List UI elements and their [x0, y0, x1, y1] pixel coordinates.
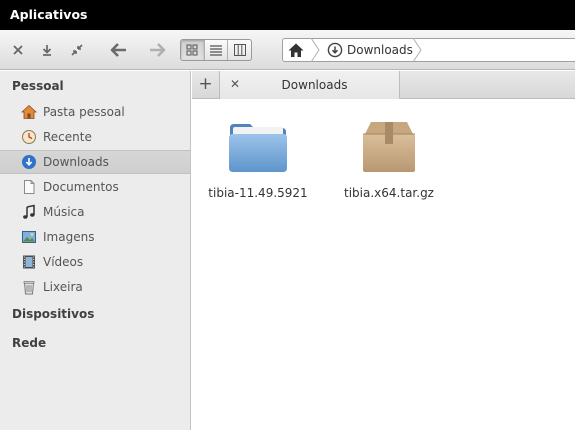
- breadcrumb-separator: [412, 38, 422, 62]
- sidebar-item-label: Pasta pessoal: [43, 105, 125, 119]
- breadcrumb-separator: [310, 38, 320, 62]
- plus-icon: +: [198, 74, 213, 94]
- sidebar-item-lixeira[interactable]: Lixeira: [0, 275, 190, 299]
- sidebar-item-label: Música: [43, 205, 85, 219]
- sidebar-item-recente[interactable]: Recente: [0, 125, 190, 149]
- path-bar[interactable]: Downloads: [282, 38, 575, 62]
- tab-label: Downloads: [281, 78, 348, 92]
- sidebar-item-label: Imagens: [43, 230, 95, 244]
- sidebar: Pessoal Pasta pessoal Recente Downloads …: [0, 71, 191, 430]
- sidebar-item-label: Downloads: [43, 155, 109, 169]
- tab-bar: + ✕ Downloads: [192, 71, 575, 99]
- sidebar-section-pessoal[interactable]: Pessoal: [12, 79, 64, 93]
- file-item-archive[interactable]: tibia.x64.tar.gz: [334, 114, 444, 200]
- sidebar-item-imagens[interactable]: Imagens: [0, 225, 190, 249]
- sidebar-item-pasta-pessoal[interactable]: Pasta pessoal: [0, 100, 190, 124]
- arrow-right-icon: [150, 43, 166, 57]
- top-panel: Aplicativos: [0, 0, 575, 30]
- column-view-icon: [233, 44, 246, 56]
- grid-view-button[interactable]: [181, 40, 205, 60]
- home-icon[interactable]: [287, 42, 305, 58]
- archive-icon: [357, 114, 421, 178]
- sidebar-item-documentos[interactable]: Documentos: [0, 175, 190, 199]
- grid-view-icon: [186, 44, 198, 56]
- sidebar-item-label: Documentos: [43, 180, 119, 194]
- column-view-button[interactable]: [228, 40, 251, 60]
- toolbar: Downloads: [0, 30, 575, 70]
- image-icon: [21, 229, 37, 245]
- sidebar-item-label: Vídeos: [43, 255, 84, 269]
- sidebar-item-videos[interactable]: Vídeos: [0, 250, 190, 274]
- app-title[interactable]: Aplicativos: [10, 7, 87, 22]
- close-icon[interactable]: [9, 41, 27, 59]
- forward-button[interactable]: [146, 39, 168, 61]
- file-view[interactable]: tibia-11.49.5921 tibia.x64.tar.gz: [192, 100, 575, 430]
- list-view-icon: [210, 45, 222, 56]
- download-icon[interactable]: [38, 41, 56, 59]
- back-button[interactable]: [108, 39, 130, 61]
- view-switcher: [180, 39, 252, 61]
- breadcrumb-downloads[interactable]: Downloads: [327, 42, 413, 58]
- breadcrumb-label: Downloads: [347, 43, 413, 57]
- file-name: tibia.x64.tar.gz: [344, 186, 434, 200]
- sidebar-item-musica[interactable]: Música: [0, 200, 190, 224]
- sidebar-item-label: Recente: [43, 130, 92, 144]
- file-name: tibia-11.49.5921: [208, 186, 308, 200]
- sidebar-item-downloads[interactable]: Downloads: [0, 150, 190, 174]
- sidebar-section-dispositivos[interactable]: Dispositivos: [12, 307, 94, 321]
- folder-icon: [226, 114, 290, 178]
- arrow-left-icon: [110, 43, 126, 57]
- sidebar-item-label: Lixeira: [43, 280, 83, 294]
- list-view-button[interactable]: [205, 40, 229, 60]
- download-circle-icon: [327, 42, 343, 58]
- document-icon: [21, 179, 37, 195]
- trash-icon: [21, 279, 37, 295]
- download-icon: [21, 154, 37, 170]
- file-item-folder[interactable]: tibia-11.49.5921: [203, 114, 313, 200]
- new-tab-button[interactable]: +: [192, 71, 220, 99]
- sidebar-section-rede[interactable]: Rede: [12, 336, 46, 350]
- clock-icon: [21, 129, 37, 145]
- music-icon: [21, 204, 37, 220]
- home-icon: [21, 104, 37, 120]
- tab-downloads[interactable]: ✕ Downloads: [220, 71, 400, 99]
- film-icon: [21, 254, 37, 270]
- shrink-icon[interactable]: [68, 41, 86, 59]
